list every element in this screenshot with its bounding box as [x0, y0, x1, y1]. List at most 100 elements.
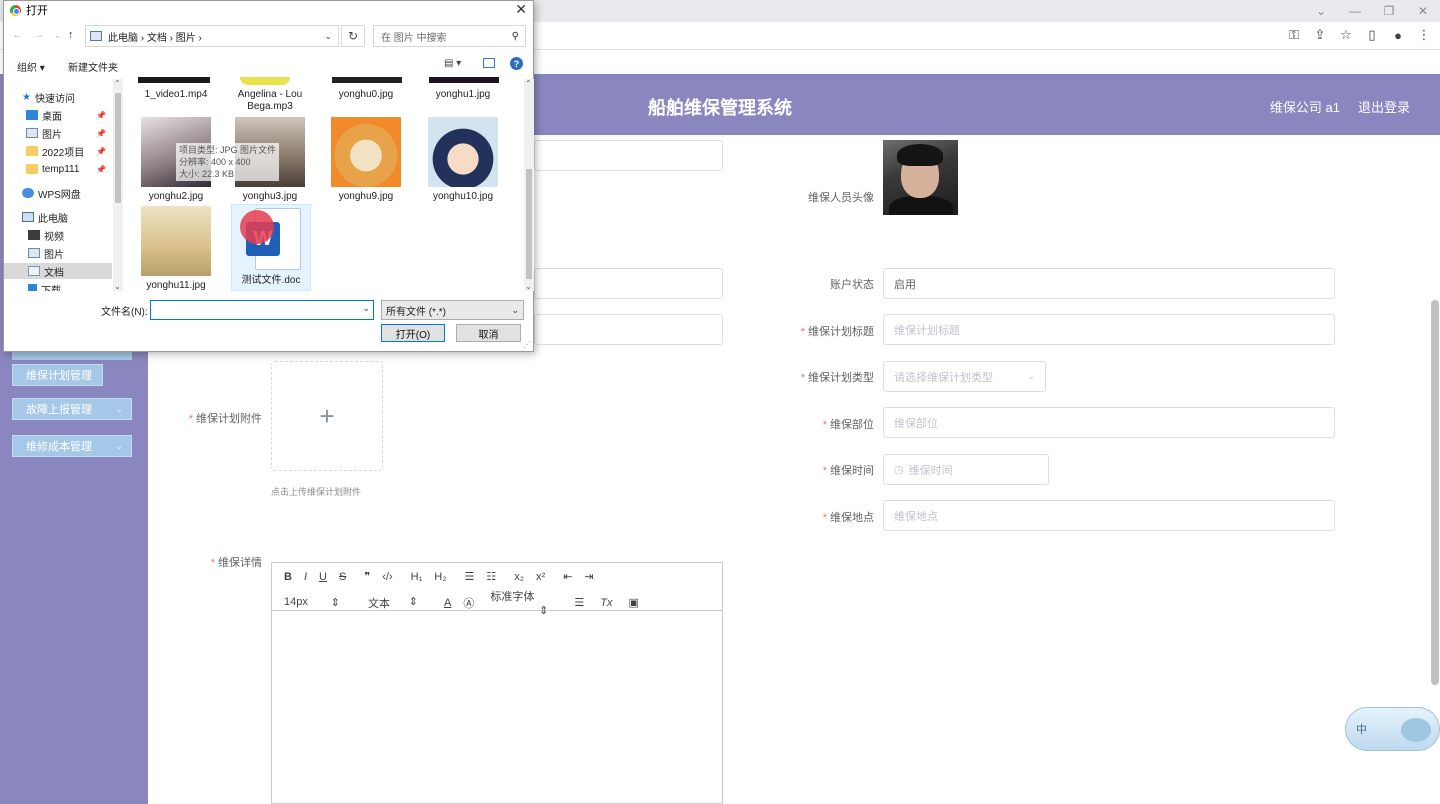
scroll-down-icon[interactable]: ⌄: [525, 282, 532, 291]
sidebar-item-fault-report[interactable]: 故障上报管理 ⌄: [12, 398, 132, 420]
bullet-list-button[interactable]: ☷: [486, 570, 496, 583]
tree-item-documents[interactable]: 文档: [4, 263, 112, 279]
image-button[interactable]: ▣: [628, 596, 638, 609]
file-item[interactable]: yonghu0.jpg: [322, 85, 410, 101]
new-folder-button[interactable]: 新建文件夹: [68, 59, 118, 74]
plan-title-input[interactable]: 维保计划标题: [883, 314, 1335, 345]
ime-widget[interactable]: 中: [1345, 707, 1440, 751]
view-options-icon[interactable]: ▤ ▾: [444, 58, 461, 69]
tree-item-quick-access[interactable]: ★ 快速访问: [4, 89, 112, 105]
h1-button[interactable]: H₁: [411, 571, 423, 583]
left-field-2[interactable]: [534, 268, 723, 299]
minimize-button[interactable]: —: [1338, 0, 1372, 22]
code-button[interactable]: ‹/›: [382, 571, 392, 583]
file-item[interactable]: yonghu9.jpg: [322, 117, 410, 203]
tree-item-desktop[interactable]: 桌面 📌: [4, 107, 112, 123]
user-label[interactable]: 维保公司 a1: [1270, 97, 1340, 116]
plan-type-select[interactable]: 请选择维保计划类型 ⌄: [883, 361, 1046, 392]
sidebar-item-label: 故障上报管理: [26, 404, 92, 416]
up-icon[interactable]: ↑: [68, 29, 74, 41]
time-picker[interactable]: ◷ 维保时间: [883, 454, 1049, 485]
text-type-select[interactable]: 文本 ⇕: [368, 595, 430, 611]
tree-item-pictures-quick[interactable]: 图片 📌: [4, 125, 112, 141]
font-family-select[interactable]: 标准字体 ⇕: [490, 588, 560, 617]
tree-item-videos[interactable]: 视频: [4, 227, 112, 243]
search-input[interactable]: 在 图片 中搜索 ⚲: [373, 25, 526, 47]
recent-chevron-icon[interactable]: ⌄: [54, 31, 61, 40]
underline-button[interactable]: U: [319, 571, 327, 583]
rich-text-editor[interactable]: B I U S ❞ ‹/› H₁ H₂ ☰ ☷ x₂ x² ⇤ ⇥ 14px ⇕ …: [271, 562, 723, 804]
file-item[interactable]: 1_video1.mp4: [132, 85, 220, 101]
sidebar-item-maintenance-plan[interactable]: 维保计划管理: [12, 364, 103, 386]
indent-button[interactable]: ⇥: [584, 570, 593, 583]
organize-button[interactable]: 组织 ▾: [17, 59, 45, 74]
preview-pane-icon[interactable]: [483, 58, 495, 68]
time-placeholder: 维保时间: [908, 464, 953, 477]
tree-item-temp111[interactable]: temp111 📌: [4, 161, 112, 177]
tree-scroll-thumb[interactable]: [115, 93, 121, 203]
open-button[interactable]: 打开(O): [381, 324, 445, 342]
filetype-select[interactable]: 所有文件 (*.*) ⌄: [381, 300, 524, 320]
file-item[interactable]: Angelina - Lou Bega.mp3: [226, 85, 314, 113]
files-scroll-thumb[interactable]: [526, 169, 532, 279]
tree-item-project-2022[interactable]: 2022项目 📌: [4, 143, 112, 159]
share-icon[interactable]: ⇪: [1312, 26, 1328, 44]
file-item[interactable]: yonghu10.jpg: [419, 117, 507, 203]
plan-title-label: * 维保计划标题: [800, 326, 874, 338]
menu-icon[interactable]: ⋮: [1416, 26, 1432, 44]
back-icon[interactable]: ←: [12, 29, 23, 41]
font-size-select[interactable]: 14px ⇕: [284, 596, 352, 609]
chevron-down-icon: ⌄: [115, 440, 123, 451]
scroll-up-icon[interactable]: ⌃: [114, 79, 121, 88]
page-scrollbar[interactable]: [1431, 300, 1439, 685]
tree-scrollbar[interactable]: ⌃ ⌄: [113, 79, 123, 291]
resize-grip-icon[interactable]: ⋰: [523, 340, 531, 349]
sidebar-item-repair-cost[interactable]: 维修成本管理 ⌄: [12, 435, 132, 457]
bookmark-star-icon[interactable]: ☆: [1338, 26, 1354, 44]
key-icon[interactable]: ⚿: [1286, 26, 1302, 44]
location-input[interactable]: 维保地点: [883, 500, 1335, 531]
tree-item-wps-drive[interactable]: WPS网盘: [4, 185, 112, 201]
scroll-up-icon[interactable]: ⌃: [525, 79, 532, 88]
filename-input[interactable]: [150, 300, 374, 320]
file-item[interactable]: yonghu11.jpg: [132, 206, 220, 291]
refresh-button[interactable]: ↻: [341, 25, 365, 47]
strike-button[interactable]: S: [339, 571, 346, 583]
profile-icon[interactable]: ●: [1390, 26, 1406, 44]
help-icon[interactable]: ?: [510, 57, 523, 70]
file-item[interactable]: yonghu1.jpg: [419, 85, 507, 101]
ordered-list-button[interactable]: ☰: [465, 570, 475, 583]
restore-button[interactable]: ❐: [1372, 0, 1406, 22]
quote-button[interactable]: ❞: [364, 570, 370, 583]
cancel-button[interactable]: 取消: [456, 324, 521, 342]
align-button[interactable]: ☰: [574, 596, 584, 609]
scroll-down-icon[interactable]: ⌄: [114, 282, 121, 291]
tree-item-this-pc[interactable]: 此电脑: [4, 209, 112, 225]
bold-button[interactable]: B: [284, 571, 292, 583]
left-field-1[interactable]: [534, 140, 723, 171]
close-window-button[interactable]: ✕: [1406, 0, 1440, 22]
background-color-button[interactable]: Ⓐ: [463, 595, 474, 611]
logout-link[interactable]: 退出登录: [1358, 97, 1410, 116]
font-color-button[interactable]: A: [444, 597, 451, 609]
h2-button[interactable]: H₂: [434, 571, 446, 583]
forward-icon[interactable]: →: [34, 29, 45, 41]
dialog-close-button[interactable]: ✕: [515, 1, 527, 18]
files-scrollbar[interactable]: ⌃ ⌄: [524, 79, 534, 291]
pin-icon: 📌: [96, 128, 106, 138]
address-bar[interactable]: 此电脑 › 文档 › 图片 › ⌄: [85, 25, 339, 47]
left-field-3[interactable]: [534, 314, 723, 345]
chevron-down-icon[interactable]: ⌄: [324, 31, 332, 42]
upload-button[interactable]: +: [271, 361, 383, 471]
tree-item-downloads[interactable]: 下载: [4, 281, 112, 291]
italic-button[interactable]: I: [304, 571, 307, 583]
clear-format-button[interactable]: Tx: [600, 597, 612, 609]
account-status-field[interactable]: 启用: [883, 268, 1335, 299]
side-panel-icon[interactable]: ▯: [1364, 26, 1380, 44]
tree-item-pictures[interactable]: 图片: [4, 245, 112, 261]
tab-search-icon[interactable]: ⌄: [1304, 0, 1338, 22]
department-input[interactable]: 维保部位: [883, 407, 1335, 438]
superscript-button[interactable]: x²: [536, 571, 545, 583]
subscript-button[interactable]: x₂: [514, 571, 524, 583]
outdent-button[interactable]: ⇤: [563, 570, 572, 583]
